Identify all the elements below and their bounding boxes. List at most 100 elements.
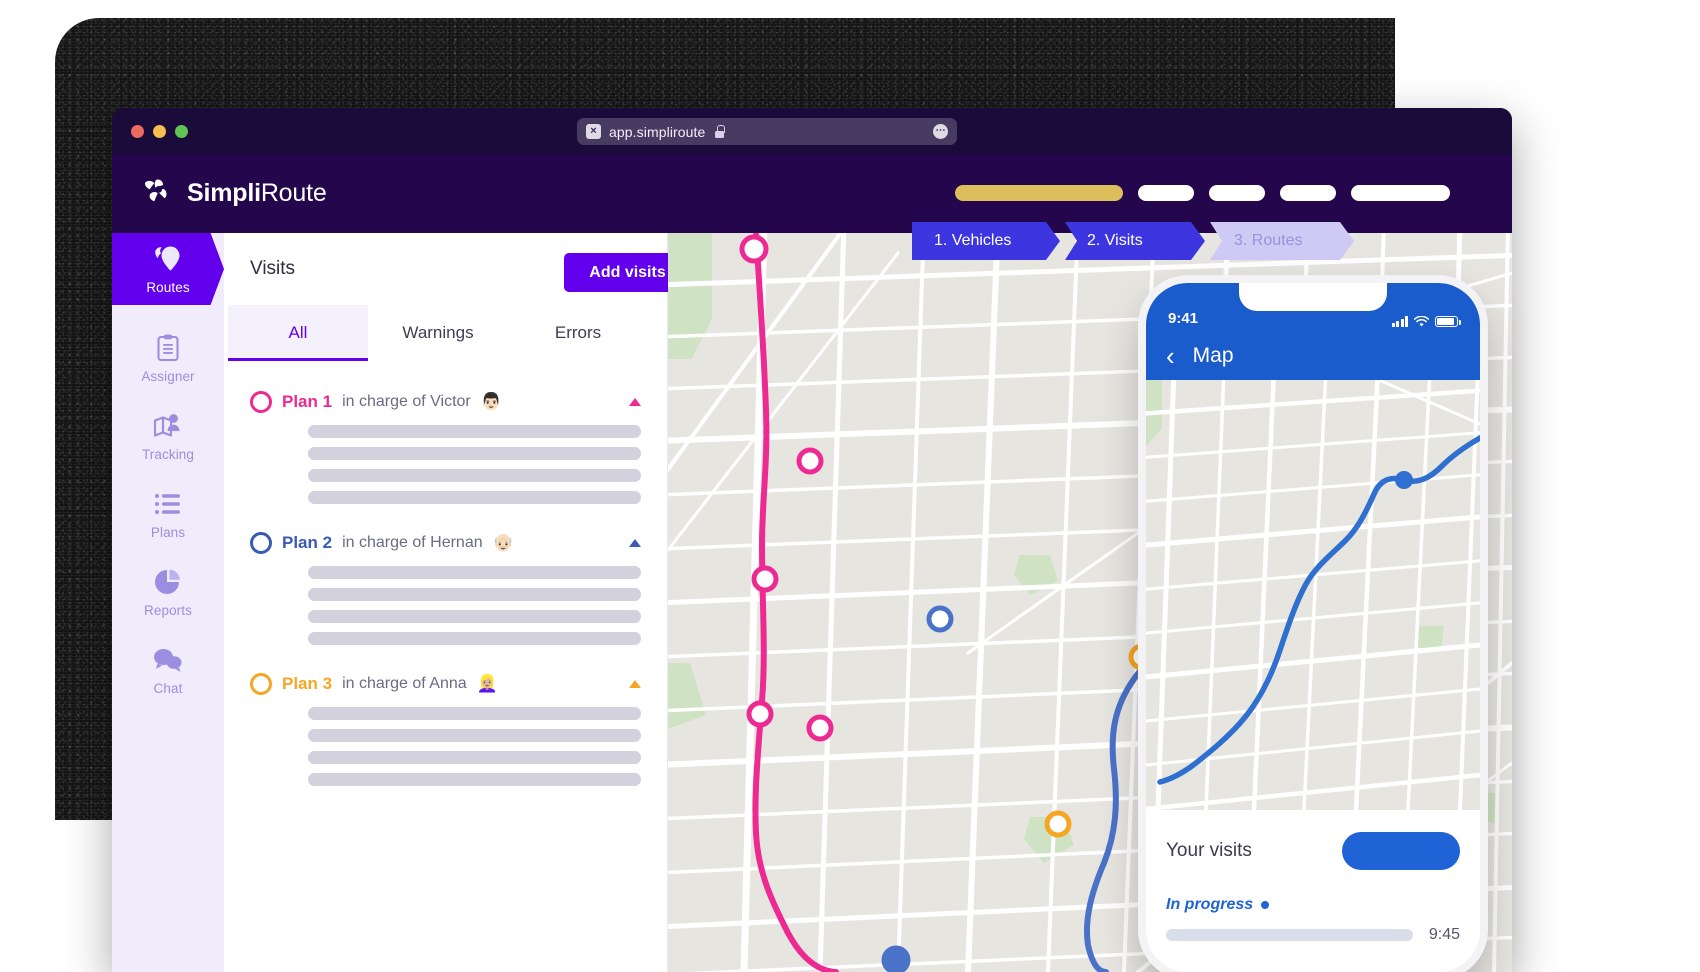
phone-progress-row: 9:45	[1166, 926, 1460, 944]
pie-chart-icon	[153, 567, 183, 597]
wifi-icon	[1414, 316, 1429, 327]
plan-header[interactable]: Plan 1 in charge of Victor 👨🏻	[224, 377, 667, 425]
phone-status-time: 9:41	[1168, 310, 1199, 327]
list-item	[308, 491, 641, 504]
phone-page-title: Map	[1192, 343, 1234, 367]
sidebar-item-tracking[interactable]: Tracking	[112, 397, 224, 475]
phone-notch	[1239, 283, 1387, 311]
sidebar-item-chat[interactable]: Chat	[112, 631, 224, 709]
plan-name: Plan 1	[282, 392, 333, 411]
avatar: 👴🏻	[492, 533, 514, 552]
phone-status-icons	[1391, 316, 1461, 327]
map-stop-orange-2	[1044, 810, 1072, 838]
plan-name: Plan 3	[282, 674, 333, 693]
sidebar-item-label: Chat	[153, 680, 183, 696]
cellular-signal-icon	[1391, 316, 1408, 327]
clipboard-icon	[154, 333, 182, 363]
tab-label: Warnings	[402, 323, 474, 342]
list-item	[308, 610, 641, 623]
nav-pill-3[interactable]	[1280, 185, 1336, 201]
plan-header[interactable]: Plan 3 in charge of Anna 👱🏼‍♀️	[224, 659, 667, 707]
tab-all[interactable]: All	[228, 305, 368, 361]
logo-light: Route	[260, 179, 327, 207]
nav-pill-4[interactable]	[1351, 185, 1450, 201]
phone-status-bar: 9:41	[1146, 283, 1480, 331]
backdrop-cutout-bottom-right	[1490, 250, 1700, 972]
list-item	[308, 707, 641, 720]
phone-progress-time: 9:45	[1428, 926, 1460, 943]
browser-titlebar: × app.simpliroute ⋯	[112, 108, 1512, 154]
avatar: 👱🏼‍♀️	[476, 674, 498, 693]
sidebar-item-label: Routes	[146, 279, 190, 295]
nav-pill-active[interactable]	[955, 185, 1123, 201]
logo-bold: Simpli	[187, 179, 261, 207]
map-stop-blue-2	[926, 605, 954, 633]
phone-progress-status: In progress	[1166, 896, 1460, 914]
plan-group: Plan 1 in charge of Victor 👨🏻	[224, 377, 667, 504]
phone-mockup: 9:41 ‹ Map Your visits In progress 9:45	[1146, 283, 1480, 972]
step-label: 1. Vehicles	[934, 232, 1012, 249]
close-x-icon[interactable]: ×	[586, 124, 601, 139]
plan-color-ring	[250, 532, 272, 554]
tab-errors[interactable]: Errors	[508, 305, 648, 361]
map-person-icon	[152, 411, 184, 441]
phone-bottom-sheet: Your visits In progress 9:45	[1146, 810, 1480, 972]
plan-group: Plan 2 in charge of Hernan 👴🏻	[224, 518, 667, 645]
map-stop-pink-3	[751, 565, 779, 593]
collapse-plan-icon[interactable]	[629, 539, 641, 547]
chevron-left-icon[interactable]: ‹	[1166, 343, 1175, 369]
chat-bubbles-icon	[152, 645, 184, 675]
map-stop-current	[881, 945, 911, 972]
simpliroute-logo-icon	[142, 177, 176, 211]
close-window-button[interactable]	[131, 125, 144, 138]
header-nav-placeholders	[955, 185, 1450, 201]
plan-skeleton-rows	[224, 707, 667, 786]
route-pin-icon	[150, 244, 186, 274]
collapse-plan-icon[interactable]	[629, 398, 641, 406]
step-vehicles[interactable]: 1. Vehicles	[912, 222, 1060, 260]
visit-filter-tabs: All Warnings Errors	[228, 305, 667, 361]
plan-header[interactable]: Plan 2 in charge of Hernan 👴🏻	[224, 518, 667, 566]
avatar: 👨🏻	[480, 392, 502, 411]
sidebar-item-routes[interactable]: Routes	[112, 233, 224, 305]
address-bar[interactable]: × app.simpliroute ⋯	[577, 118, 957, 145]
sidebar-item-assigner[interactable]: Assigner	[112, 319, 224, 397]
sidebar-item-label: Assigner	[141, 368, 195, 384]
list-item	[308, 447, 641, 460]
list-item	[308, 773, 641, 786]
visits-panel: Visits Add visits All Warnings Errors Pl…	[224, 233, 712, 972]
collapse-plan-icon[interactable]	[629, 680, 641, 688]
plan-owner: in charge of Hernan	[342, 534, 483, 551]
phone-navbar: ‹ Map	[1146, 331, 1480, 380]
plan-owner: in charge of Victor	[342, 393, 471, 410]
list-item	[308, 729, 641, 742]
step-routes[interactable]: 3. Routes	[1210, 222, 1354, 260]
phone-map-canvas	[1146, 380, 1480, 810]
list-icon	[153, 489, 183, 519]
sidebar-item-plans[interactable]: Plans	[112, 475, 224, 553]
page-title: Visits	[250, 258, 296, 279]
step-visits[interactable]: 2. Visits	[1065, 222, 1205, 260]
nav-pill-1[interactable]	[1138, 185, 1194, 201]
window-traffic-lights	[131, 125, 188, 138]
plan-skeleton-rows	[224, 425, 667, 504]
phone-map[interactable]	[1146, 380, 1480, 810]
plan-color-ring	[250, 391, 272, 413]
app-logo-text: SimpliRoute	[187, 179, 327, 208]
sidebar-item-label: Plans	[150, 524, 186, 540]
phone-progress-bar	[1166, 929, 1413, 941]
backdrop-cutout-bottom-left	[0, 820, 130, 972]
minimize-window-button[interactable]	[153, 125, 166, 138]
add-visits-label: Add visits	[589, 263, 666, 281]
maximize-window-button[interactable]	[175, 125, 188, 138]
tab-warnings[interactable]: Warnings	[368, 305, 508, 361]
more-ellipsis-icon[interactable]: ⋯	[933, 124, 948, 139]
plan-color-ring	[250, 673, 272, 695]
nav-pill-2[interactable]	[1209, 185, 1265, 201]
phone-primary-button[interactable]	[1342, 832, 1460, 870]
map-stop-pink-2	[796, 447, 824, 475]
sidebar-item-reports[interactable]: Reports	[112, 553, 224, 631]
plan-name: Plan 2	[282, 533, 333, 552]
list-item	[308, 425, 641, 438]
app-logo[interactable]: SimpliRoute	[142, 177, 327, 211]
